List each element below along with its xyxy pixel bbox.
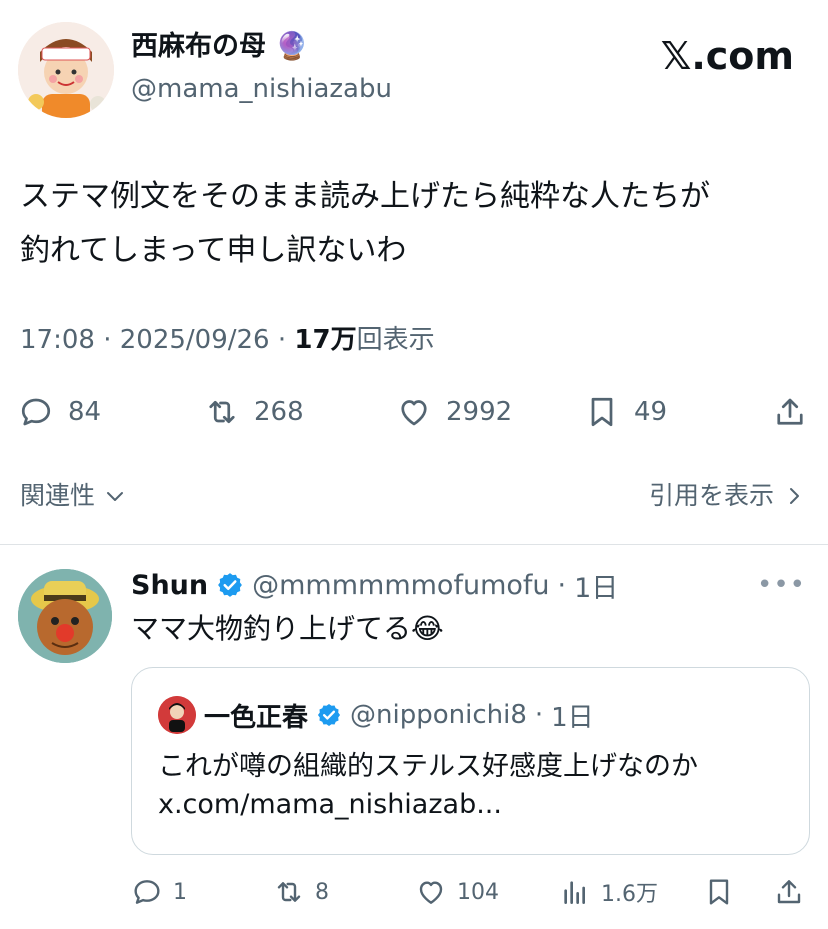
quote-link[interactable]: x.com/mama_nishiazab... [158, 786, 798, 824]
reply-author-name[interactable]: Shun [131, 570, 208, 601]
like-button[interactable]: 2992 [396, 388, 512, 436]
post-action-bar: 84 268 2992 49 [18, 388, 810, 436]
post-text-line: 釣れてしまって申し訳ないわ [20, 233, 407, 268]
chevron-down-icon [107, 492, 124, 501]
chevron-right-icon [790, 488, 799, 504]
divider [0, 544, 828, 545]
reply-like-count: 104 [457, 879, 499, 905]
share-icon [777, 398, 803, 425]
reply-time[interactable]: 1日 [574, 566, 618, 605]
post-meta: 17:08 · 2025/09/26 · 17万回表示 [20, 325, 435, 355]
reply-header: Shun @mmmmmmofumofu · 1日 [131, 566, 618, 604]
author-name-text: 西麻布の母 [131, 31, 266, 62]
reply-text: ママ大物釣り上げてる😂 [131, 612, 444, 645]
reply-reply-count: 1 [173, 879, 187, 905]
post-date[interactable]: 2025/09/26 [120, 325, 270, 355]
separator-dot: · [534, 700, 544, 730]
reply-bookmark-button[interactable] [703, 870, 735, 914]
repost-button[interactable]: 268 [204, 388, 304, 436]
heart-icon [419, 881, 443, 904]
quote-author-name: 一色正春 [204, 702, 309, 733]
reply-reply-button[interactable]: 1 [131, 870, 187, 914]
bookmark-icon [591, 397, 613, 427]
bookmark-count: 49 [634, 397, 668, 427]
reply-button[interactable]: 84 [18, 388, 101, 436]
post-text-line: ステマ例文をそのまま読み上げたら純粋な人たちが [20, 179, 710, 214]
reply-count: 84 [68, 397, 102, 427]
author-handle[interactable]: @mama_nishiazabu [131, 72, 392, 106]
views-count: 17万 [294, 325, 357, 355]
view-quotes-button[interactable]: 引用を表示 [649, 478, 806, 514]
reply-views-count: 1.6万 [601, 882, 658, 907]
verified-badge-icon [218, 573, 243, 597]
share-button[interactable] [772, 388, 808, 436]
reply-share-button[interactable] [773, 870, 805, 914]
post-time[interactable]: 17:08 [20, 325, 95, 355]
separator-dot: · [557, 569, 567, 601]
sort-relevance-button[interactable]: 関連性 [20, 478, 127, 514]
crystal-ball-icon: 🔮 [275, 31, 310, 62]
quote-avatar [158, 696, 196, 734]
sort-label: 関連性 [20, 481, 96, 510]
author-avatar[interactable] [18, 22, 114, 118]
views-chart-icon [564, 881, 585, 904]
author-name[interactable]: 西麻布の母 🔮 [131, 30, 309, 64]
quote-header: 一色正春 @nipponichi8 · 1日 [158, 696, 594, 734]
quote-text: これが噂の組織的ステルス好感度上げなのか x.com/mama_nishiaza… [158, 748, 798, 824]
reply-repost-count: 8 [315, 879, 329, 905]
like-count: 2992 [446, 397, 513, 427]
view-quotes-label: 引用を表示 [648, 481, 774, 510]
reply-avatar[interactable] [18, 569, 112, 663]
quote-text-line: これが噂の組織的ステルス好感度上げなのか [158, 751, 698, 782]
bookmark-icon [709, 879, 729, 905]
repost-icon [277, 882, 301, 902]
reply-icon [134, 880, 160, 904]
quote-time: 1日 [551, 702, 594, 733]
heart-icon [401, 400, 427, 426]
brand-logo: 𝕏.com [660, 34, 794, 78]
reply-author-handle[interactable]: @mmmmmmofumofu [252, 570, 549, 601]
post-text: ステマ例文をそのまま読み上げたら純粋な人たちが 釣れてしまって申し訳ないわ [20, 170, 810, 278]
reply-like-button[interactable]: 104 [415, 870, 499, 914]
reply-views-button[interactable]: 1.6万 [559, 870, 658, 914]
share-icon [777, 880, 801, 904]
quote-author-handle: @nipponichi8 [350, 700, 527, 730]
views-label: 回表示 [356, 325, 435, 355]
reply-icon [21, 398, 51, 426]
more-options-icon[interactable]: ••• [757, 566, 806, 604]
repost-count: 268 [254, 397, 304, 427]
reply-repost-button[interactable]: 8 [273, 870, 329, 914]
bookmark-button[interactable]: 49 [584, 388, 667, 436]
verified-badge-icon [317, 703, 341, 727]
reply-action-bar: 1 8 104 1.6万 [131, 870, 811, 914]
repost-icon [209, 400, 235, 424]
